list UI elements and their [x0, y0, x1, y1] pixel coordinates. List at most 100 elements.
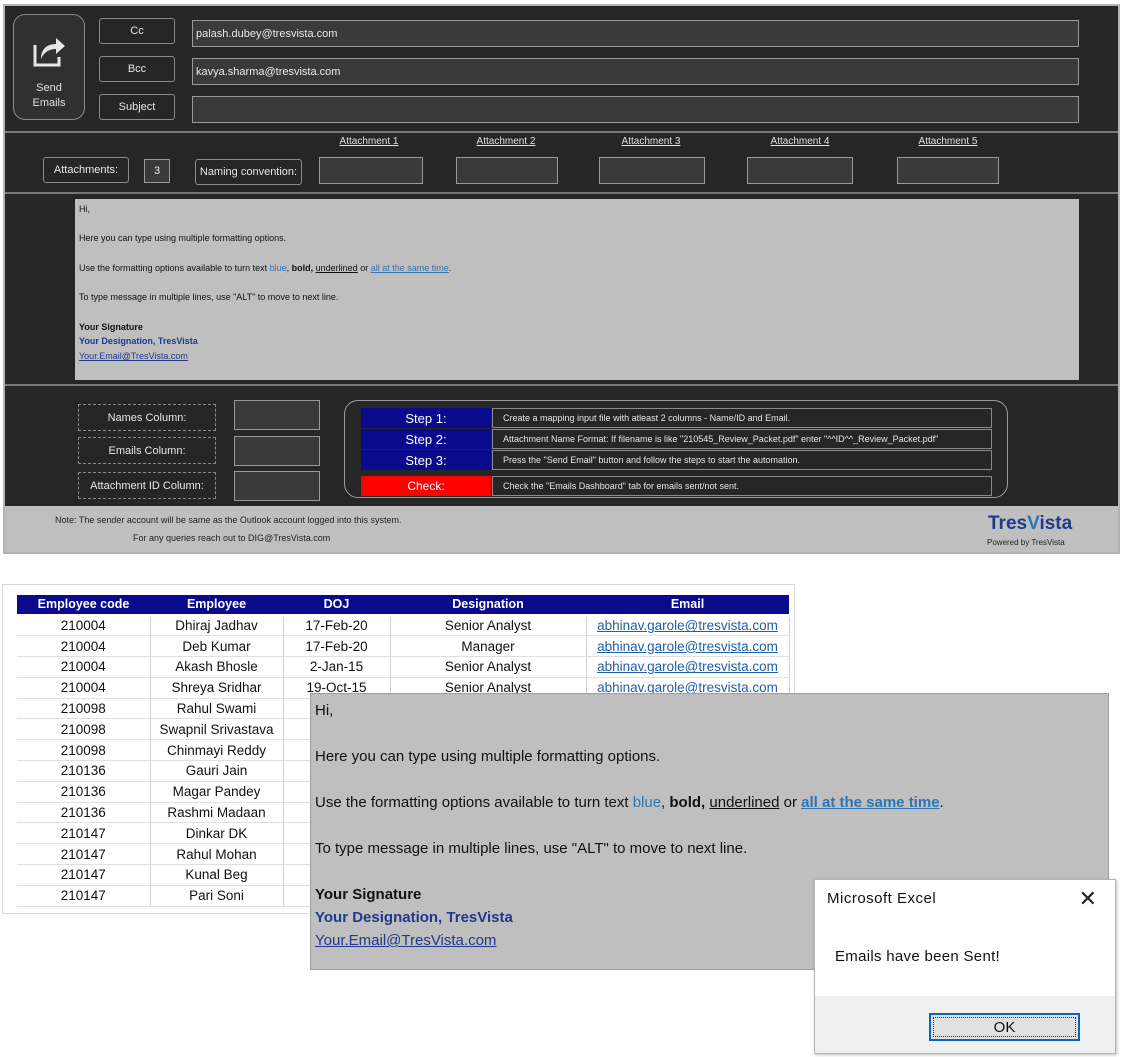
cell-employee-code: 210004: [17, 677, 151, 699]
subject-button[interactable]: Subject: [99, 94, 175, 120]
signature-designation: Your Designation, TresVista: [79, 336, 198, 347]
share-arrow-icon: [33, 38, 65, 67]
divider: [5, 192, 1118, 194]
header-doj: DOJ: [283, 595, 390, 617]
cc-button[interactable]: Cc: [99, 18, 175, 44]
dialog-message: Emails have been Sent!: [835, 948, 1001, 965]
subject-field[interactable]: [192, 96, 1079, 123]
header-employee-code: Employee code: [17, 595, 150, 617]
attachment-2-field[interactable]: [456, 157, 558, 184]
cell-email[interactable]: abhinav.garole@tresvista.com: [586, 656, 790, 678]
bcc-button[interactable]: Bcc: [99, 56, 175, 82]
footer-note-queries: For any queries reach out to DIG@TresVis…: [133, 533, 331, 543]
step-3-text: Press the "Send Email" button and follow…: [492, 450, 992, 470]
cell-employee-code: 210098: [17, 739, 151, 762]
header-designation: Designation: [390, 595, 586, 617]
attachment-header-3: Attachment 3: [621, 136, 681, 147]
cell-employee: Rahul Swami: [150, 698, 284, 720]
cell-employee-code: 210136: [17, 760, 151, 782]
cell-employee: Kunal Beg: [150, 864, 284, 886]
cell-employee-code: 210147: [17, 885, 151, 907]
send-emails-button[interactable]: Send Emails: [13, 14, 85, 120]
cell-employee: Swapnil Srivastava: [150, 718, 284, 741]
cell-employee-code: 210136: [17, 781, 151, 803]
attachment-id-column-field[interactable]: [234, 471, 320, 501]
step-2-label: Step 2:: [361, 429, 491, 449]
header-email: Email: [586, 595, 789, 617]
attachments-count-field[interactable]: 3: [144, 159, 170, 183]
names-column-field[interactable]: [234, 400, 320, 430]
cell-employee-code: 210098: [17, 718, 151, 741]
cell-employee-code: 210004: [17, 656, 151, 678]
attachment-1-field[interactable]: [319, 157, 423, 184]
cell-designation: Manager: [390, 635, 587, 658]
divider: [5, 384, 1118, 386]
step-1-label: Step 1:: [361, 408, 491, 428]
cell-employee: Dhiraj Jadhav: [150, 615, 284, 637]
cell-designation: Senior Analyst: [390, 656, 587, 678]
names-column-button[interactable]: Names Column:: [78, 404, 216, 431]
step-2-text: Attachment Name Format: If filename is l…: [492, 429, 992, 449]
excel-message-dialog: Microsoft Excel ✕ Emails have been Sent!…: [814, 879, 1116, 1054]
emails-column-button[interactable]: Emails Column:: [78, 437, 216, 464]
cell-email[interactable]: abhinav.garole@tresvista.com: [586, 615, 790, 637]
step-3-label: Step 3:: [361, 450, 491, 470]
preview-line-3: To type message in multiple lines, use "…: [315, 840, 748, 857]
cell-employee: Gauri Jain: [150, 760, 284, 782]
signature-email[interactable]: Your.Email@TresVista.com: [79, 349, 1075, 364]
attachment-id-column-button[interactable]: Attachment ID Column:: [78, 472, 216, 499]
body-line-2: Use the formatting options available to …: [79, 262, 452, 273]
logo-v-icon: V: [1027, 513, 1040, 534]
header-employee: Employee: [150, 595, 283, 617]
instructions-panel: Step 1: Create a mapping input file with…: [344, 400, 1008, 498]
cell-employee-code: 210147: [17, 864, 151, 886]
cell-employee: Chinmayi Reddy: [150, 739, 284, 762]
preview-greeting: Hi,: [315, 702, 334, 719]
ok-button[interactable]: OK: [929, 1013, 1080, 1041]
emails-column-field[interactable]: [234, 436, 320, 466]
email-body-editor[interactable]: Hi, Here you can type using multiple for…: [75, 199, 1079, 380]
cell-employee: Akash Bhosle: [150, 656, 284, 678]
cell-employee: Shreya Sridhar: [150, 677, 284, 699]
bcc-field[interactable]: kavya.sharma@tresvista.com: [192, 58, 1079, 85]
divider: [5, 131, 1118, 133]
powered-by-text: Powered by TresVista: [987, 538, 1065, 547]
cell-employee: Rahul Mohan: [150, 843, 284, 866]
close-icon[interactable]: ✕: [1079, 886, 1097, 912]
cell-employee: Rashmi Madaan: [150, 802, 284, 824]
email-dashboard: Send Emails Cc palash.dubey@tresvista.co…: [3, 4, 1120, 554]
dialog-title: Microsoft Excel: [827, 890, 937, 907]
cell-doj: 2-Jan-15: [283, 656, 391, 678]
table-row: 210004 Akash Bhosle 2-Jan-15 Senior Analyst…: [17, 656, 790, 678]
cell-employee: Deb Kumar: [150, 635, 284, 658]
naming-convention-button[interactable]: Naming convention:: [195, 159, 302, 185]
dialog-button-bar: OK: [815, 996, 1115, 1053]
attachment-5-field[interactable]: [897, 157, 999, 184]
cell-employee-code: 210147: [17, 822, 151, 845]
attachment-header-4: Attachment 4: [770, 136, 830, 147]
cell-employee-code: 210136: [17, 802, 151, 824]
preview-line-1: Here you can type using multiple formatt…: [315, 748, 661, 765]
cell-employee-code: 210098: [17, 698, 151, 720]
cc-field[interactable]: palash.dubey@tresvista.com: [192, 20, 1079, 47]
cell-employee: Magar Pandey: [150, 781, 284, 803]
cell-employee-code: 210004: [17, 635, 151, 658]
tresvista-logo: TresVista: [988, 513, 1073, 534]
attachment-header-2: Attachment 2: [476, 136, 536, 147]
step-1-text: Create a mapping input file with atleast…: [492, 408, 992, 428]
signature-name: Your Signature: [79, 321, 143, 332]
table-header-row: Employee code Employee DOJ Designation E…: [17, 595, 789, 617]
cell-employee-code: 210147: [17, 843, 151, 866]
footer-note-sender: Note: The sender account will be same as…: [55, 515, 402, 525]
cell-employee: Pari Soni: [150, 885, 284, 907]
body-greeting: Hi,: [79, 204, 90, 214]
preview-line-2: Use the formatting options available to …: [315, 794, 944, 811]
attachment-header-5: Attachment 5: [918, 136, 978, 147]
send-emails-label: Send Emails: [32, 82, 66, 109]
attachment-4-field[interactable]: [747, 157, 853, 184]
cell-email[interactable]: abhinav.garole@tresvista.com: [586, 635, 790, 658]
check-text: Check the "Emails Dashboard" tab for ema…: [492, 476, 992, 496]
attachments-button[interactable]: Attachments:: [43, 157, 129, 183]
attachment-3-field[interactable]: [599, 157, 705, 184]
body-line-3: To type message in multiple lines, use "…: [79, 292, 339, 303]
